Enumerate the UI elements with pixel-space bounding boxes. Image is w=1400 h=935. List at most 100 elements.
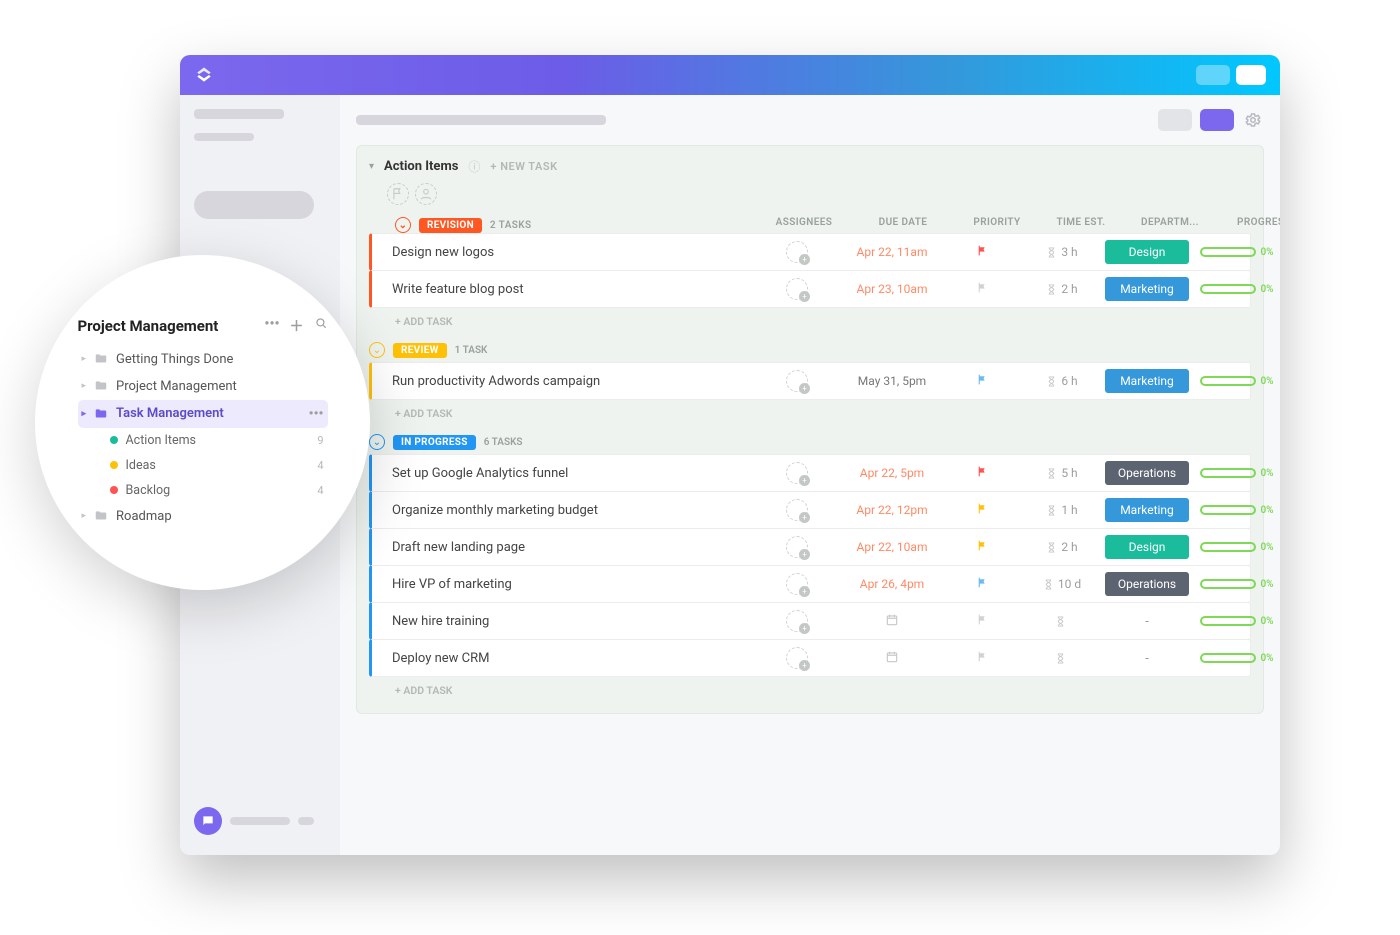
progress-cell[interactable]: 0% <box>1192 284 1280 295</box>
assignee-add-icon[interactable] <box>786 610 808 632</box>
task-row[interactable]: Run productivity Adwords campaign May 31… <box>369 362 1251 400</box>
assignee-add-icon[interactable] <box>786 536 808 558</box>
col-time-est[interactable]: TIME EST. <box>1041 217 1121 233</box>
task-name[interactable]: Organize monthly marketing budget <box>392 503 752 518</box>
sidebar-folder[interactable]: ▸Task Management••• <box>78 400 328 428</box>
status-chip[interactable]: IN PROGRESS <box>393 435 476 450</box>
department-tag[interactable]: - <box>1102 614 1192 628</box>
assignee-add-icon[interactable] <box>786 462 808 484</box>
status-chip[interactable]: REVIEW <box>393 343 447 358</box>
task-name[interactable]: Write feature blog post <box>392 282 752 297</box>
sidebar-list-item[interactable]: Backlog4 <box>106 478 328 503</box>
task-name[interactable]: Design new logos <box>392 245 752 260</box>
task-row[interactable]: New hire training - 0% <box>369 602 1251 640</box>
task-name[interactable]: Deploy new CRM <box>392 651 752 666</box>
progress-cell[interactable]: 0% <box>1192 579 1280 590</box>
sidebar-list-item[interactable]: Action Items9 <box>106 428 328 453</box>
assignee-add-icon[interactable] <box>786 241 808 263</box>
priority-flag-icon[interactable] <box>942 244 1022 260</box>
gear-icon[interactable] <box>1242 109 1264 131</box>
add-task-button[interactable]: + ADD TASK <box>369 307 1251 338</box>
priority-flag-icon[interactable] <box>942 373 1022 389</box>
department-tag[interactable]: Design <box>1105 535 1189 559</box>
department-tag[interactable]: Marketing <box>1105 277 1189 301</box>
col-progress[interactable]: PROGRESS <box>1219 217 1280 233</box>
due-date[interactable]: Apr 22, 10am <box>842 540 942 554</box>
assignee-add-icon[interactable] <box>786 647 808 669</box>
progress-cell[interactable]: 0% <box>1192 376 1280 387</box>
due-date[interactable]: Apr 26, 4pm <box>842 577 942 591</box>
due-date[interactable]: Apr 23, 10am <box>842 282 942 296</box>
task-name[interactable]: Set up Google Analytics funnel <box>392 466 752 481</box>
priority-flag-icon[interactable] <box>942 576 1022 592</box>
progress-cell[interactable]: 0% <box>1192 505 1280 516</box>
assignee-add-icon[interactable] <box>786 278 808 300</box>
col-priority[interactable]: PRIORITY <box>957 217 1037 233</box>
sidebar-search[interactable] <box>194 191 314 219</box>
priority-flag-icon[interactable] <box>942 502 1022 518</box>
time-estimate[interactable]: 2 h <box>1022 282 1102 296</box>
col-assignees[interactable]: ASSIGNEES <box>759 217 849 233</box>
progress-cell[interactable]: 0% <box>1192 247 1280 258</box>
titlebar-button-b[interactable] <box>1236 65 1266 85</box>
status-chip[interactable]: REVISION <box>419 218 482 233</box>
progress-cell[interactable]: 0% <box>1192 616 1280 627</box>
due-date[interactable]: Apr 22, 11am <box>842 245 942 259</box>
progress-cell[interactable]: 0% <box>1192 653 1280 664</box>
time-estimate[interactable]: 10 d <box>1022 577 1102 591</box>
due-date[interactable]: Apr 22, 12pm <box>842 503 942 517</box>
department-tag[interactable]: Design <box>1105 240 1189 264</box>
assignee-add-icon[interactable] <box>415 183 437 205</box>
department-tag[interactable]: - <box>1102 651 1192 665</box>
time-estimate[interactable] <box>1022 653 1102 664</box>
priority-flag-icon[interactable] <box>942 650 1022 666</box>
new-task-button[interactable]: + NEW TASK <box>490 160 557 173</box>
due-date-empty-icon[interactable] <box>842 613 942 630</box>
time-estimate[interactable]: 3 h <box>1022 245 1102 259</box>
task-name[interactable]: Draft new landing page <box>392 540 752 555</box>
more-icon[interactable]: ••• <box>309 406 324 422</box>
group-collapse-icon[interactable]: ⌄ <box>395 217 411 233</box>
sidebar-list-item[interactable]: Ideas4 <box>106 453 328 478</box>
task-row[interactable]: Design new logos Apr 22, 11am 3 h Design… <box>369 233 1251 271</box>
task-name[interactable]: New hire training <box>392 614 752 629</box>
time-estimate[interactable]: 2 h <box>1022 540 1102 554</box>
time-estimate[interactable]: 6 h <box>1022 374 1102 388</box>
info-icon[interactable]: ⓘ <box>468 158 480 175</box>
due-date[interactable]: May 31, 5pm <box>842 374 942 388</box>
group-collapse-icon[interactable]: ⌄ <box>369 342 385 358</box>
due-date[interactable]: Apr 22, 5pm <box>842 466 942 480</box>
sidebar-folder[interactable]: ▸Roadmap <box>78 503 328 530</box>
task-name[interactable]: Hire VP of marketing <box>392 577 752 592</box>
sidebar-item-placeholder[interactable] <box>194 133 254 141</box>
task-row[interactable]: Set up Google Analytics funnel Apr 22, 5… <box>369 454 1251 492</box>
sidebar-folder[interactable]: ▸Project Management <box>78 373 328 400</box>
time-estimate[interactable]: 5 h <box>1022 466 1102 480</box>
view-toggle-a[interactable] <box>1158 109 1192 131</box>
more-icon[interactable]: ••• <box>264 316 279 336</box>
add-icon[interactable]: ＋ <box>290 316 304 336</box>
search-icon[interactable] <box>314 316 328 336</box>
task-row[interactable]: Deploy new CRM - 0% <box>369 639 1251 677</box>
flag-icon[interactable] <box>387 183 409 205</box>
add-task-button[interactable]: + ADD TASK <box>369 399 1251 430</box>
priority-flag-icon[interactable] <box>942 281 1022 297</box>
time-estimate[interactable] <box>1022 616 1102 627</box>
time-estimate[interactable]: 1 h <box>1022 503 1102 517</box>
department-tag[interactable]: Marketing <box>1105 498 1189 522</box>
chat-icon[interactable] <box>194 807 222 835</box>
assignee-add-icon[interactable] <box>786 499 808 521</box>
priority-flag-icon[interactable] <box>942 465 1022 481</box>
add-task-button[interactable]: + ADD TASK <box>369 676 1251 707</box>
task-row[interactable]: Organize monthly marketing budget Apr 22… <box>369 491 1251 529</box>
group-collapse-icon[interactable]: ⌄ <box>369 434 385 450</box>
progress-cell[interactable]: 0% <box>1192 468 1280 479</box>
task-name[interactable]: Run productivity Adwords campaign <box>392 374 752 389</box>
progress-cell[interactable]: 0% <box>1192 542 1280 553</box>
sidebar-folder[interactable]: ▸Getting Things Done <box>78 346 328 373</box>
task-row[interactable]: Draft new landing page Apr 22, 10am 2 h … <box>369 528 1251 566</box>
assignee-add-icon[interactable] <box>786 573 808 595</box>
priority-flag-icon[interactable] <box>942 539 1022 555</box>
task-row[interactable]: Hire VP of marketing Apr 26, 4pm 10 d Op… <box>369 565 1251 603</box>
task-row[interactable]: Write feature blog post Apr 23, 10am 2 h… <box>369 270 1251 308</box>
